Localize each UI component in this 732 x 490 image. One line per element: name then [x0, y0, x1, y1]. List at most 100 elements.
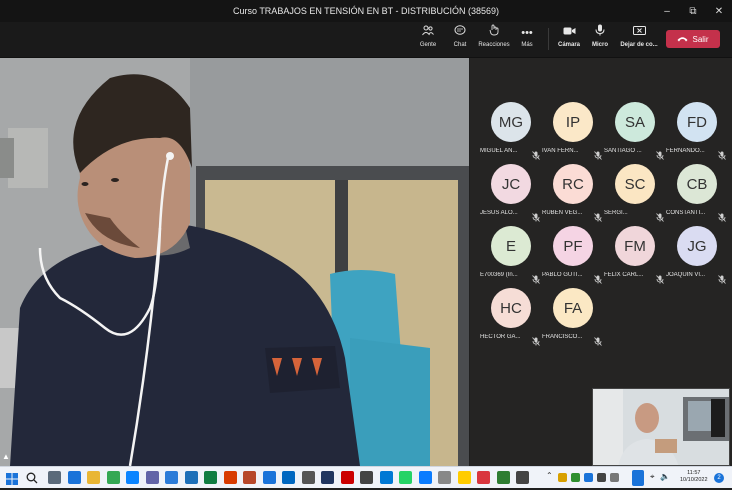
participant-tile[interactable]: PF PABLO GUTI...	[542, 226, 604, 286]
taskbar-app-icon[interactable]	[165, 471, 178, 484]
windows-taskbar: ⌃ ⌖ 🔈 11:57 10/10/2022 2	[0, 466, 732, 488]
participant-tile[interactable]: JC JESUS ALO...	[480, 164, 542, 224]
taskbar-app-icon[interactable]	[457, 471, 471, 484]
taskbar-app-icon[interactable]	[48, 471, 61, 484]
participant-name: MIGUEL AN...	[480, 148, 518, 154]
restore-icon[interactable]: ⧉	[680, 0, 706, 22]
participant-tile[interactable]: SA SANTIAGO ...	[604, 102, 666, 162]
taskbar-app-icon[interactable]	[379, 471, 393, 484]
participant-avatar: JC	[491, 164, 531, 204]
participant-tile[interactable]: JG JOAQUIN VI...	[666, 226, 728, 286]
participant-tile[interactable]: MG MIGUEL AN...	[480, 102, 542, 162]
tray-app-icon[interactable]	[584, 473, 593, 482]
share-label: Dejar de co...	[620, 42, 658, 48]
leave-button[interactable]: Salir	[666, 30, 720, 48]
tray-mic-icon[interactable]	[632, 470, 644, 486]
participant-avatar: IP	[553, 102, 593, 142]
participant-name: SANTIAGO ...	[604, 148, 642, 154]
mic-button[interactable]: Micro	[582, 24, 618, 56]
leave-label: Salir	[692, 34, 709, 44]
participant-avatar: JG	[677, 226, 717, 266]
taskbar-app-icon[interactable]	[145, 471, 159, 484]
taskbar-app-icon[interactable]	[321, 471, 334, 484]
muted-mic-icon	[532, 271, 540, 284]
taskbar-app-icon[interactable]	[418, 471, 432, 484]
muted-mic-icon	[594, 147, 602, 160]
participant-tile[interactable]: CB CONSTANTI...	[666, 164, 728, 224]
taskbar-app-icon[interactable]	[262, 471, 276, 484]
participant-tile[interactable]: HC HECTOR GA...	[480, 288, 542, 348]
participant-name: JESUS ALO...	[480, 210, 518, 216]
participant-tile[interactable]: FD FERNANDO...	[666, 102, 728, 162]
clock-time: 11:57	[687, 470, 701, 476]
notification-badge[interactable]: 2	[714, 473, 724, 483]
more-button[interactable]: ••• Más	[509, 24, 545, 56]
chat-icon	[442, 24, 478, 42]
clock-date: 10/10/2022	[680, 477, 708, 483]
muted-mic-icon	[594, 209, 602, 222]
more-icon: •••	[521, 27, 533, 39]
participant-avatar: HC	[491, 288, 531, 328]
participant-avatar: E	[491, 226, 531, 266]
close-icon[interactable]: ✕	[706, 0, 732, 22]
taskbar-app-icon[interactable]	[438, 471, 451, 484]
muted-mic-icon	[656, 209, 664, 222]
tray-app-icon[interactable]	[558, 473, 567, 482]
taskbar-app-icon[interactable]	[477, 471, 490, 484]
participant-avatar: RC	[553, 164, 593, 204]
taskbar-app-icon[interactable]	[496, 471, 510, 484]
stop-sharing-button[interactable]: Dejar de co...	[618, 24, 660, 56]
taskbar-app-icon[interactable]	[516, 471, 529, 484]
participant-tile[interactable]: E E700369 (In...	[480, 226, 542, 286]
muted-mic-icon	[718, 271, 726, 284]
participant-tile[interactable]: FA FRANCISCO...	[542, 288, 604, 348]
tray-app-icon[interactable]	[571, 473, 580, 482]
search-icon[interactable]	[26, 471, 38, 484]
muted-mic-icon	[594, 333, 602, 346]
speaker-video-image	[0, 58, 469, 466]
taskbar-app-icon[interactable]	[399, 471, 412, 484]
taskbar-app-icon[interactable]	[301, 471, 315, 484]
participant-tile[interactable]: SC SERGI...	[604, 164, 666, 224]
taskbar-app-icon[interactable]	[282, 471, 295, 484]
participant-name: IVAN FERN...	[542, 148, 579, 154]
chat-label: Chat	[453, 42, 467, 48]
tray-chevron-icon[interactable]: ⌃	[546, 471, 553, 480]
people-label: Gente	[419, 42, 437, 48]
participant-name: FRANCISCO...	[542, 334, 583, 340]
taskbar-app-icon[interactable]	[87, 471, 100, 484]
participant-name: E700369 (In...	[480, 272, 518, 278]
muted-mic-icon	[532, 209, 540, 222]
taskbar-app-icon[interactable]	[126, 471, 139, 484]
participant-avatar: CB	[677, 164, 717, 204]
taskbar-app-icon[interactable]	[106, 471, 120, 484]
taskbar-app-icon[interactable]	[67, 471, 81, 484]
taskbar-app-icon[interactable]	[204, 471, 217, 484]
participant-avatar: FM	[615, 226, 655, 266]
taskbar-app-icon[interactable]	[184, 471, 198, 484]
participant-avatar: PF	[553, 226, 593, 266]
people-button[interactable]: Gente	[410, 24, 446, 56]
taskbar-app-icon[interactable]	[360, 471, 373, 484]
tray-app-icon[interactable]	[610, 473, 619, 482]
participant-tile[interactable]: RC RUBEN VEG...	[542, 164, 604, 224]
participant-name: JOAQUIN VI...	[666, 272, 706, 278]
taskbar-app-icon[interactable]	[243, 471, 256, 484]
participant-tile[interactable]: IP IVAN FERN...	[542, 102, 604, 162]
tray-volume-icon[interactable]: 🔈	[660, 472, 670, 481]
taskbar-app-icon[interactable]	[340, 471, 354, 484]
chat-button[interactable]: Chat	[442, 24, 478, 56]
minimize-icon[interactable]: –	[654, 0, 680, 22]
taskbar-clock[interactable]: 11:57 10/10/2022	[680, 470, 708, 484]
tray-app-icon[interactable]	[597, 473, 606, 482]
participant-tile[interactable]: FM FELIX CARL...	[604, 226, 666, 286]
participant-name: FERNANDO...	[666, 148, 705, 154]
tray-wifi-icon[interactable]: ⌖	[650, 472, 655, 482]
more-label: Más	[521, 42, 533, 48]
reactions-button[interactable]: Reacciones	[474, 24, 514, 56]
start-icon[interactable]	[6, 472, 18, 485]
taskbar-app-icon[interactable]	[223, 471, 237, 484]
participant-name: SERGI...	[604, 210, 628, 216]
self-view-video[interactable]	[592, 388, 730, 466]
self-view-image	[593, 389, 729, 465]
